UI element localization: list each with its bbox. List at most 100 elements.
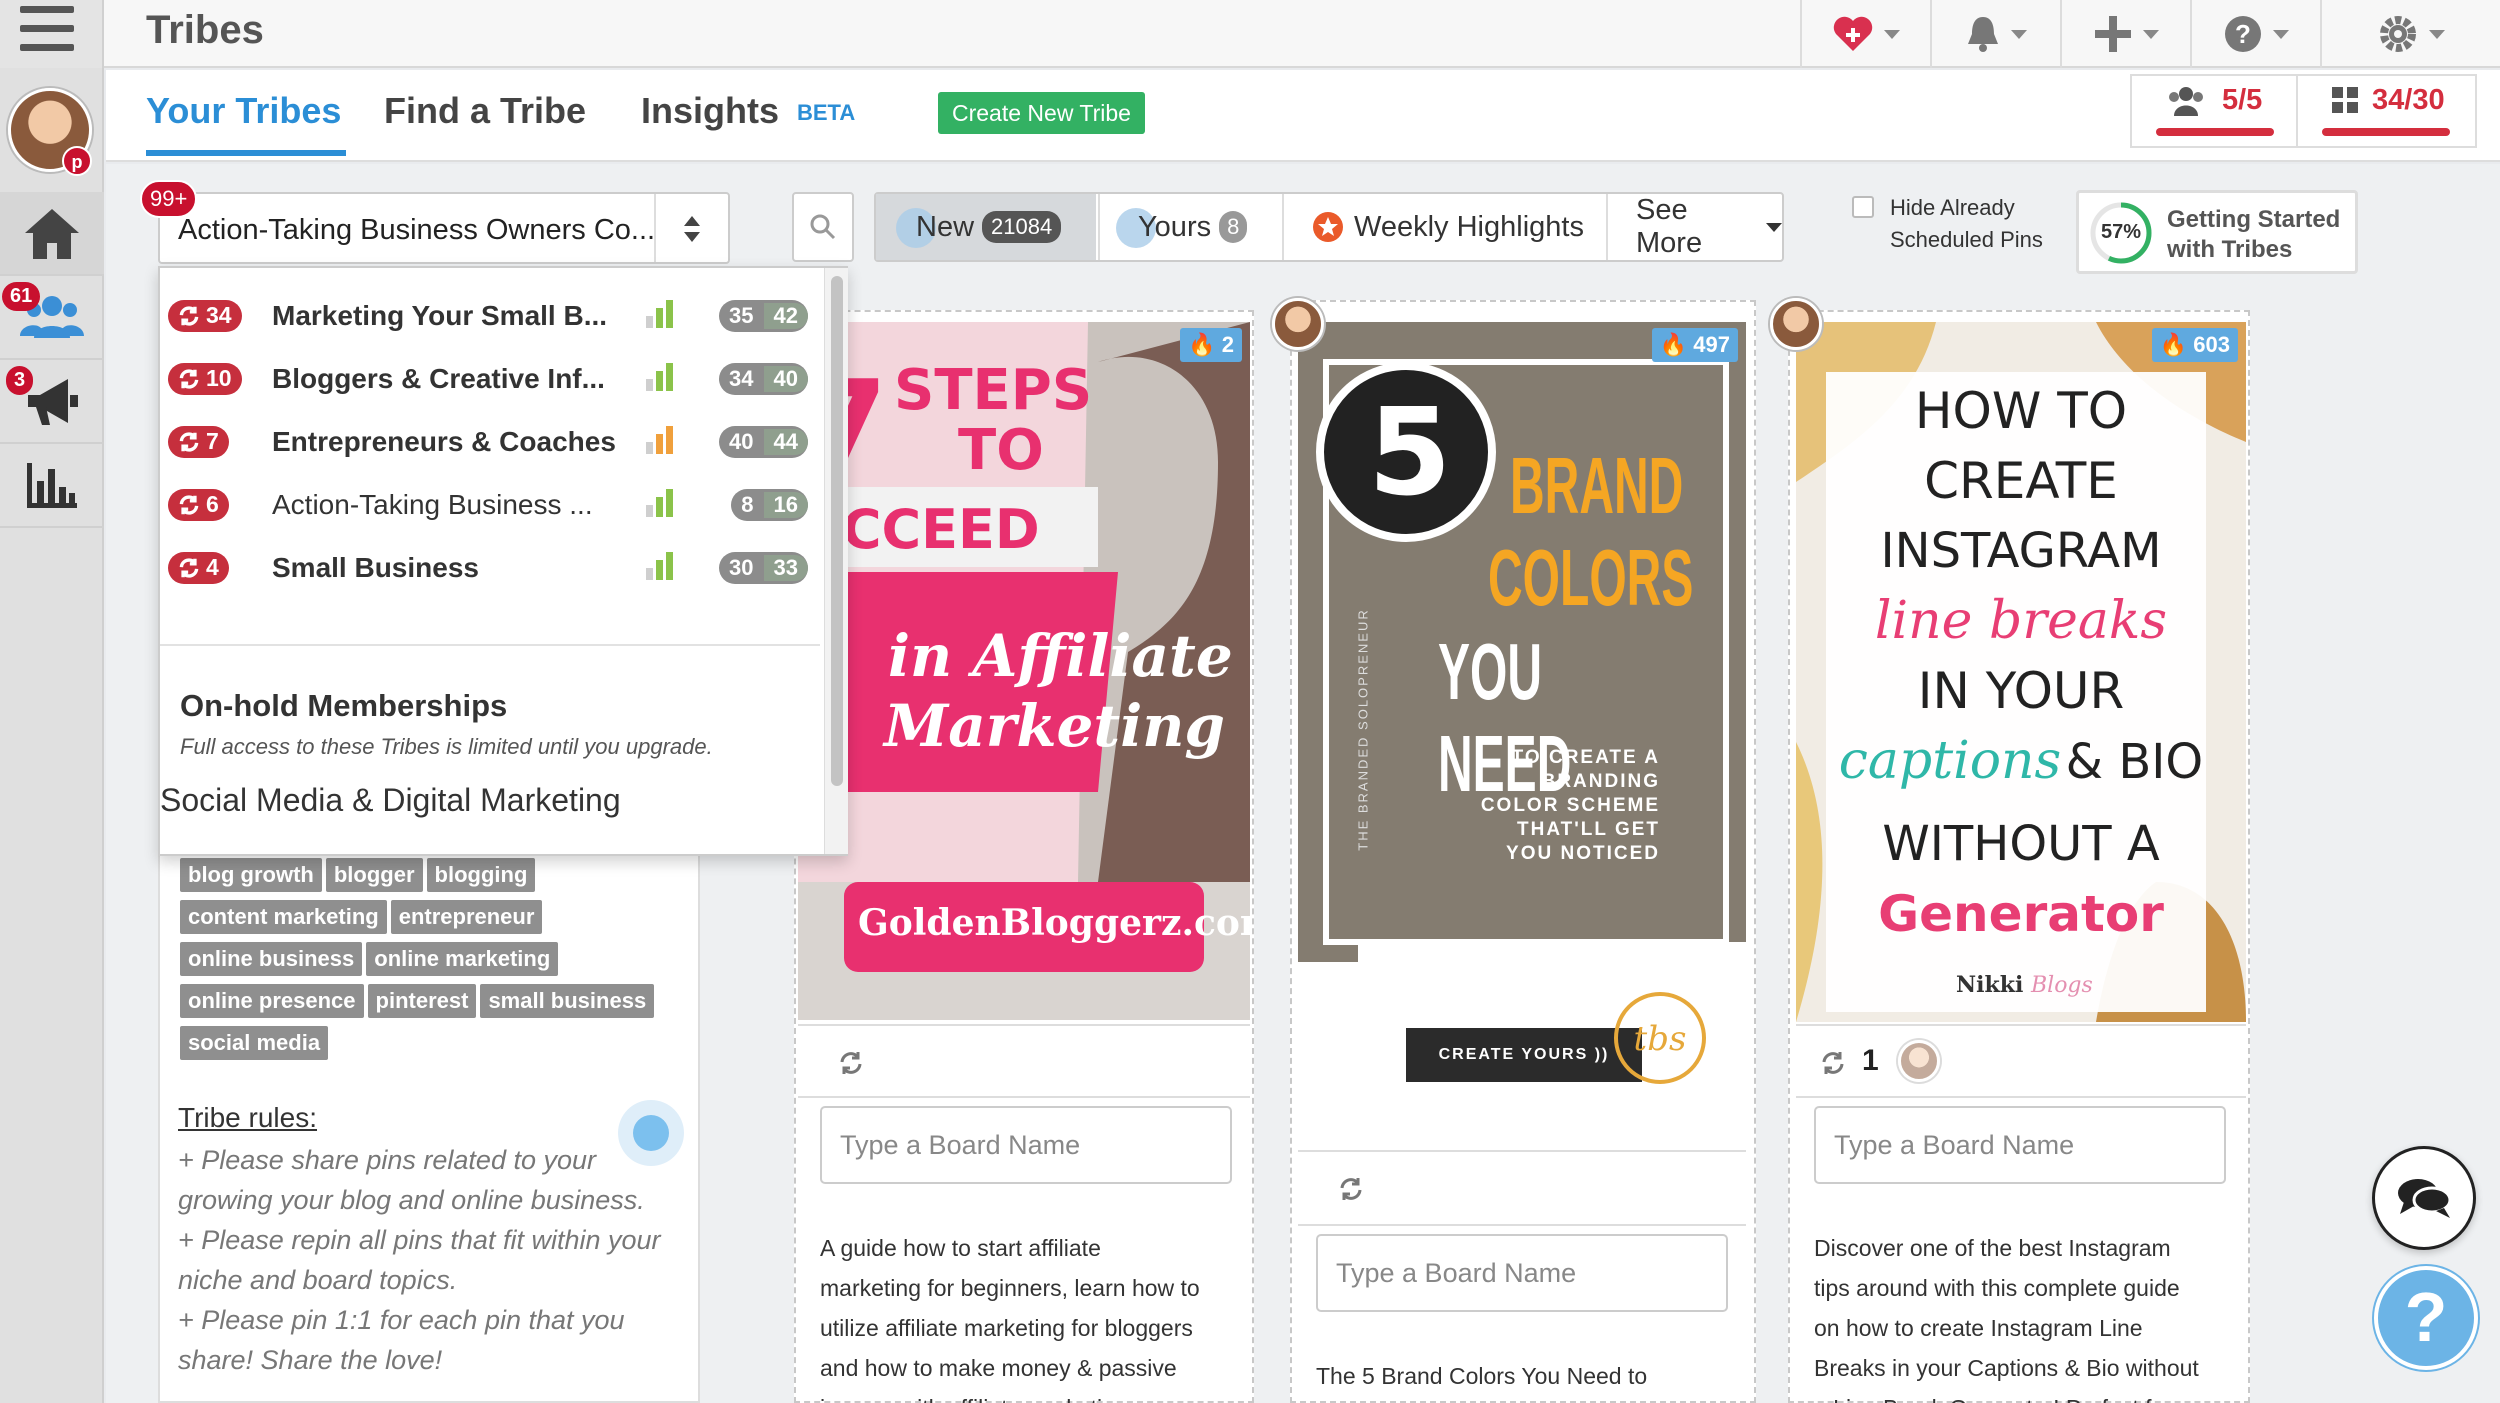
tribe-dropdown-item[interactable]: 10 Bloggers & Creative Inf... 34 40 xyxy=(168,347,808,410)
nav-home[interactable] xyxy=(0,192,104,276)
tab-insights[interactable]: Insights xyxy=(641,90,779,132)
repin-score: 🔥 603 xyxy=(2151,328,2238,362)
description-line: The 5 Brand Colors You Need to xyxy=(1316,1363,1648,1389)
tab-your-tribes[interactable]: Your Tribes xyxy=(146,90,341,132)
repin-score: 🔥 2 xyxy=(1180,328,1242,362)
svg-text:tbs: tbs xyxy=(1634,1019,1687,1059)
board-name-input[interactable]: Type a Board Name xyxy=(1316,1234,1728,1312)
pin-image[interactable]: 7 STEPS TO UCCEED in Affiliate Marketing… xyxy=(798,322,1250,1020)
tag-chip[interactable]: online marketing xyxy=(366,942,559,976)
repin-queue-count: 6 xyxy=(168,488,229,521)
members-counter[interactable]: 5/5 xyxy=(2168,84,2262,117)
submissions-bar xyxy=(2322,128,2450,136)
pinner-avatar[interactable] xyxy=(1770,298,1822,350)
svg-text:?: ? xyxy=(2405,1283,2448,1353)
refresh-icon[interactable] xyxy=(1820,1050,1846,1076)
tag-chip[interactable]: small business xyxy=(480,984,655,1018)
pinner-avatar[interactable] xyxy=(1272,298,1324,350)
tribe-dropdown-item[interactable]: 7 Entrepreneurs & Coaches 40 44 xyxy=(168,410,808,473)
help-menu[interactable]: ? xyxy=(2190,0,2320,68)
tag-chip[interactable]: content marketing xyxy=(180,900,387,934)
filter-new-label: New xyxy=(916,210,975,243)
pin-brand-name: Nikki xyxy=(1956,972,2024,998)
home-icon xyxy=(25,209,79,259)
nav-promote[interactable]: 3 xyxy=(0,360,104,444)
tribe-name: Entrepreneurs & Coaches xyxy=(272,425,616,457)
tribe-tags: blog growth blogger blogging content market… xyxy=(180,858,660,1068)
refresh-icon xyxy=(179,494,199,515)
submissions-counter[interactable]: 34/30 xyxy=(2330,84,2445,117)
help-bubble-button[interactable]: ? xyxy=(2374,1266,2478,1370)
nav-insights[interactable] xyxy=(0,444,104,528)
tag-chip[interactable]: online business xyxy=(180,942,363,976)
pin-description: Discover one of the best Instagram tips a… xyxy=(1814,1228,2234,1403)
hide-scheduled-checkbox[interactable] xyxy=(1852,196,1874,218)
chat-button[interactable] xyxy=(2372,1146,2476,1250)
pin-headline: 5 xyxy=(1368,384,1452,523)
hide-scheduled-line-2: Scheduled Pins xyxy=(1890,227,2043,252)
search-button[interactable] xyxy=(792,192,854,262)
tag-chip[interactable]: online presence xyxy=(180,984,364,1018)
rule-line: share! Share the love! xyxy=(178,1345,443,1375)
hide-scheduled-label: Hide Already Scheduled Pins xyxy=(1890,192,2043,256)
refresh-icon[interactable] xyxy=(1338,1176,1364,1202)
repin-queue-count: 10 xyxy=(168,362,242,395)
repin-queue-count: 34 xyxy=(168,299,242,332)
tribe-rules: + Please share pins related to your growi… xyxy=(178,1140,661,1380)
filter-yours-count: 8 xyxy=(1219,211,1248,243)
settings-menu[interactable] xyxy=(2320,0,2500,68)
tag-chip[interactable]: blog growth xyxy=(180,858,322,892)
search-icon xyxy=(810,214,836,240)
pin-grid-icon xyxy=(2332,86,2358,113)
filter-weekly-highlights[interactable]: Weekly Highlights xyxy=(1282,194,1606,260)
pin-image[interactable]: 5 BRAND COLORS YOU NEED TO CREATE A BRAN… xyxy=(1298,322,1746,962)
tag-chip[interactable]: social media xyxy=(180,1026,329,1060)
tribe-dropdown-item[interactable]: 6 Action-Taking Business ... 8 16 xyxy=(168,473,808,536)
chevron-down-icon xyxy=(1766,222,1782,232)
scrollbar-thumb[interactable] xyxy=(831,276,843,786)
tag-chip[interactable]: entrepreneur xyxy=(390,900,543,934)
getting-started-label: Getting Started with Tribes xyxy=(2167,205,2340,265)
repinner-avatar[interactable] xyxy=(1898,1040,1940,1082)
tag-chip[interactable]: blogging xyxy=(426,858,536,892)
onhold-tribe-item[interactable]: Social Media & Digital Marketing xyxy=(160,782,621,819)
refresh-icon[interactable] xyxy=(838,1050,864,1076)
getting-started-line-1: Getting Started xyxy=(2167,206,2341,233)
tribe-stat-a: 30 xyxy=(729,554,754,580)
pin-headline: TO xyxy=(958,418,1044,483)
menu-button[interactable] xyxy=(0,0,104,68)
tag-chip[interactable]: pinterest xyxy=(367,984,477,1018)
filter-new[interactable]: New 21084 xyxy=(876,194,1096,260)
board-name-input[interactable]: Type a Board Name xyxy=(1814,1106,2226,1184)
filter-yours[interactable]: Yours 8 xyxy=(1098,194,1282,260)
tribe-dropdown-item[interactable]: 34 Marketing Your Small B... 35 42 xyxy=(168,284,808,347)
sort-arrows-icon xyxy=(684,216,700,242)
brand-logo: tbs xyxy=(1614,992,1706,1084)
members-icon xyxy=(2169,86,2203,116)
pin-subtitle-line: TO CREATE A xyxy=(1511,747,1660,768)
dropdown-scrollbar[interactable] xyxy=(824,268,848,854)
refresh-icon xyxy=(179,557,199,578)
favorites-menu[interactable] xyxy=(1800,0,1930,68)
add-menu[interactable] xyxy=(2060,0,2190,68)
tribe-select[interactable]: Action-Taking Business Owners Co... xyxy=(158,192,730,264)
tag-chip[interactable]: blogger xyxy=(325,858,423,892)
tribe-stat-a: 34 xyxy=(729,365,754,391)
rule-line: + Please repin all pins that fit within … xyxy=(178,1225,661,1255)
hide-scheduled-line-1: Hide Already xyxy=(1890,195,2015,220)
profile-avatar[interactable]: p xyxy=(8,88,92,176)
notifications-menu[interactable] xyxy=(1930,0,2060,68)
filter-see-more[interactable]: See More xyxy=(1606,194,1782,260)
pin-headline: line breaks xyxy=(1874,591,2168,651)
chevron-down-icon xyxy=(2273,29,2289,39)
board-name-input[interactable]: Type a Board Name xyxy=(820,1106,1232,1184)
tab-find-a-tribe[interactable]: Find a Tribe xyxy=(384,90,586,132)
tribe-dropdown-item[interactable]: 4 Small Business 30 33 xyxy=(168,536,808,599)
nav-tribes[interactable]: 61 xyxy=(0,276,104,360)
repin-queue-value: 4 xyxy=(206,554,219,580)
tribe-name: Action-Taking Business ... xyxy=(272,488,593,520)
pin-brand-vertical: THE BRANDED SOLOPRENEUR xyxy=(1355,608,1371,851)
create-new-tribe-button[interactable]: Create New Tribe xyxy=(938,92,1145,134)
pin-image[interactable]: HOW TO CREATE INSTAGRAM line breaks IN Y… xyxy=(1796,322,2246,1022)
getting-started-button[interactable]: 57% Getting Started with Tribes xyxy=(2076,190,2358,274)
